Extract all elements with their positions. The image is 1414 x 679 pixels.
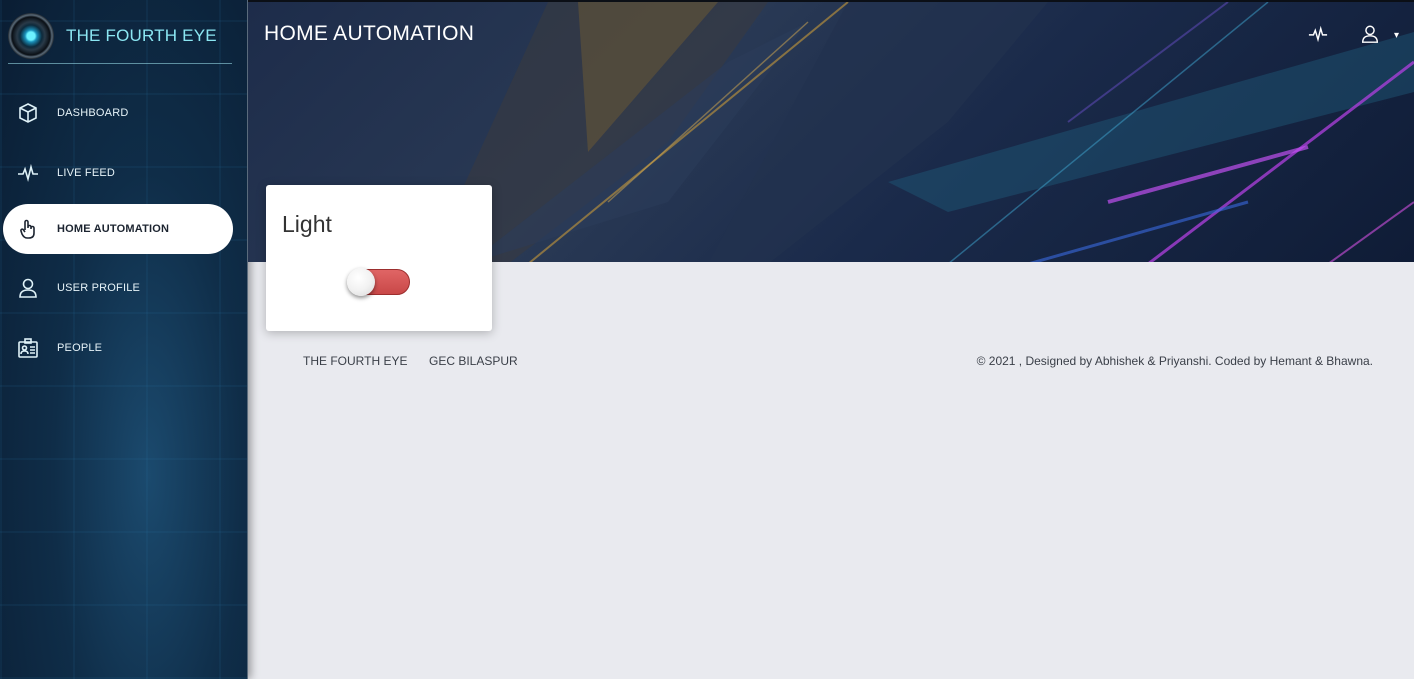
light-toggle[interactable] (347, 268, 410, 296)
cube-icon (17, 102, 39, 124)
sidebar-item-home-automation[interactable]: HOME AUTOMATION (3, 204, 233, 254)
id-card-icon (17, 337, 39, 359)
sidebar-item-user-profile[interactable]: USER PROFILE (3, 263, 233, 313)
sidebar-item-label: LIVE FEED (57, 167, 116, 179)
sidebar-item-label: DASHBOARD (57, 107, 129, 119)
brand-name: THE FOURTH EYE (66, 25, 217, 45)
footer: THE FOURTH EYE GEC BILASPUR © 2021 , Des… (248, 352, 1414, 372)
sidebar: THE FOURTH EYE DASHBOARD LIVE FEED HOME … (0, 0, 248, 679)
brand[interactable]: THE FOURTH EYE (8, 8, 232, 64)
sidebar-item-label: PEOPLE (57, 342, 103, 354)
pulse-icon (17, 162, 39, 184)
eye-logo (8, 12, 54, 59)
toggle-knob (347, 268, 375, 296)
copyright-text: © 2021 , Designed by Abhishek & Priyansh… (976, 354, 1373, 368)
user-icon (17, 277, 39, 299)
footer-link-fourth-eye[interactable]: THE FOURTH EYE (303, 354, 407, 368)
touch-icon (17, 218, 39, 240)
sidebar-item-label: HOME AUTOMATION (57, 223, 170, 235)
sidebar-item-people[interactable]: PEOPLE (3, 323, 233, 373)
pulse-icon[interactable] (1306, 22, 1330, 46)
sidebar-item-live-feed[interactable]: LIVE FEED (3, 148, 233, 198)
footer-link-gec-bilaspur[interactable]: GEC BILASPUR (429, 354, 518, 368)
card-title: Light (282, 211, 332, 237)
chevron-down-icon[interactable]: ▾ (1394, 30, 1399, 41)
user-icon[interactable] (1358, 22, 1382, 46)
sidebar-item-label: USER PROFILE (57, 282, 141, 294)
page-title: HOME AUTOMATION (264, 22, 475, 45)
light-card: Light (266, 185, 492, 331)
sidebar-item-dashboard[interactable]: DASHBOARD (3, 88, 233, 138)
